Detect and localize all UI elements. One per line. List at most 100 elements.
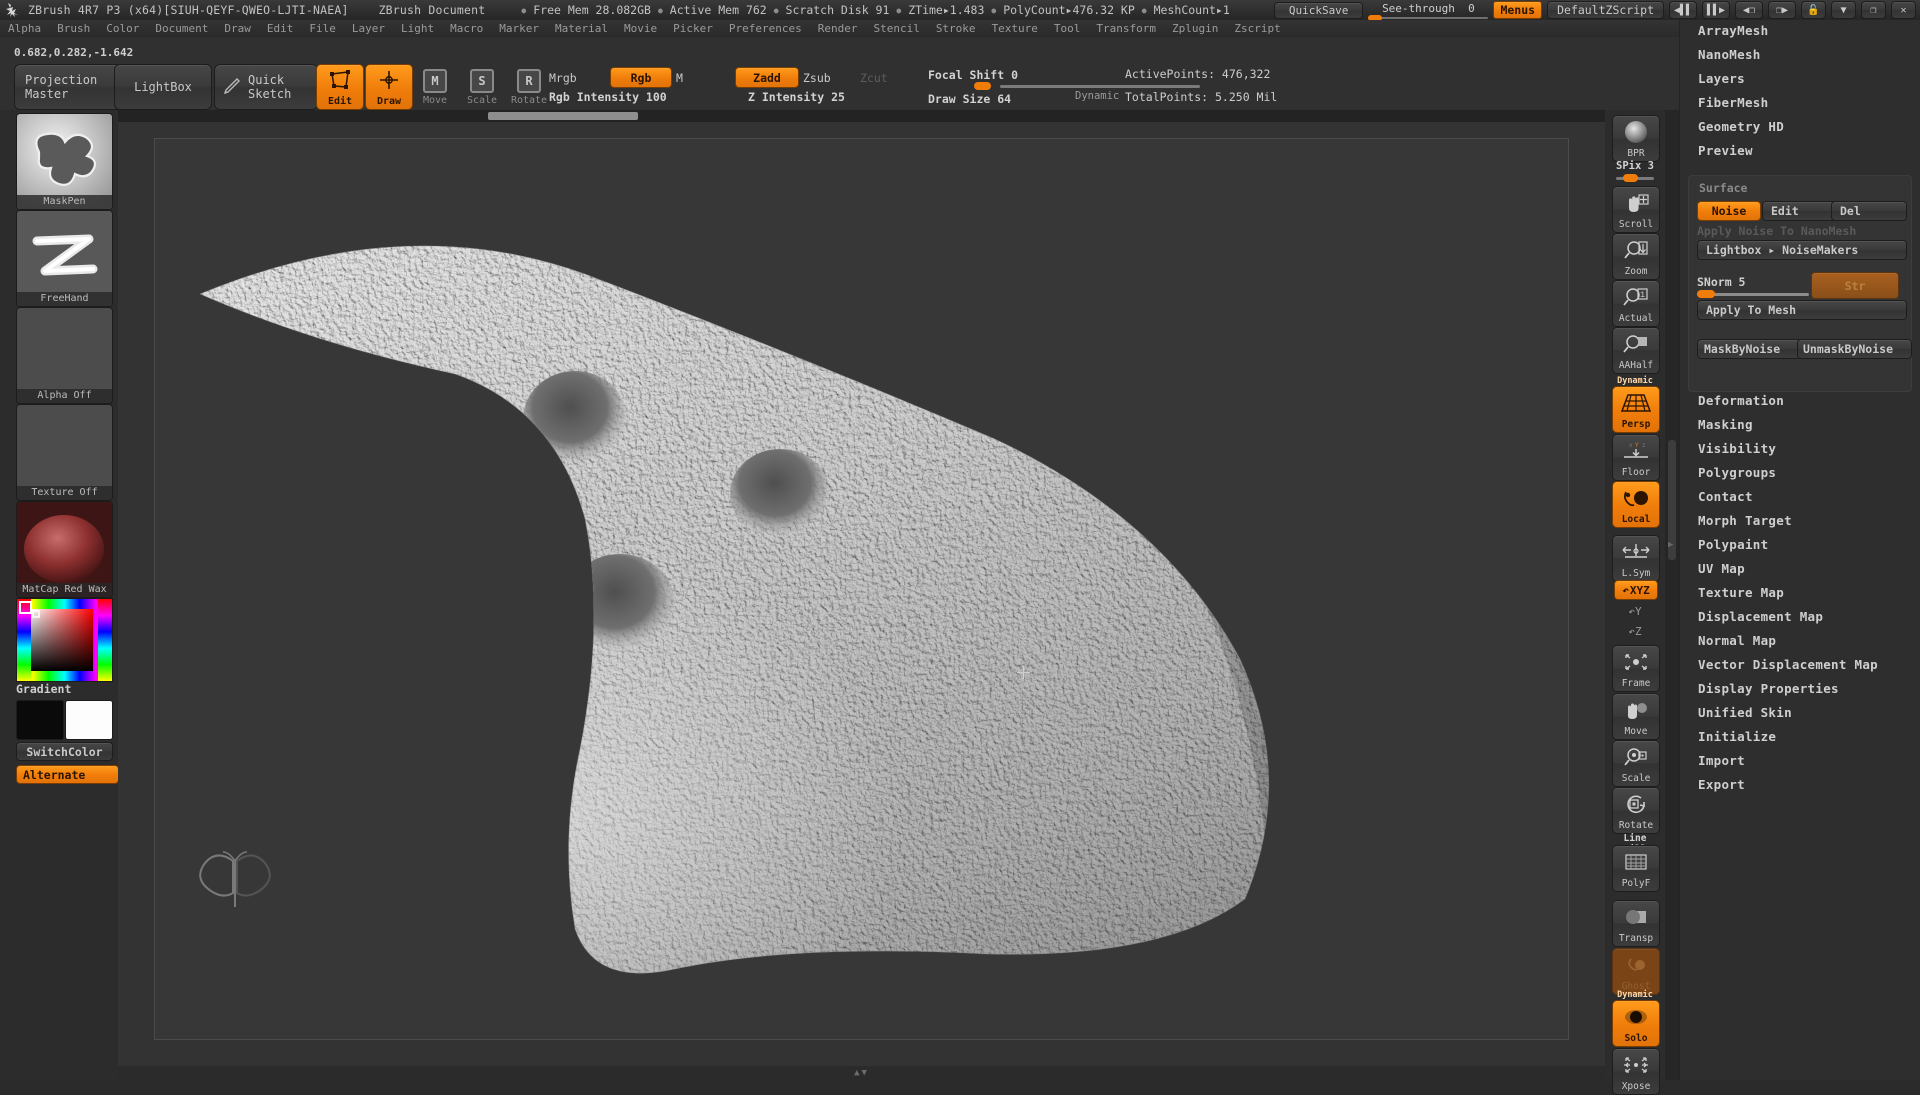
menu-item-zscript[interactable]: Zscript — [1226, 21, 1288, 36]
canvas-scroll-thumb[interactable] — [488, 112, 638, 120]
projection-master-button[interactable]: Projection Master — [14, 64, 122, 110]
noise-edit-button[interactable]: Edit — [1762, 201, 1838, 221]
menu-item-file[interactable]: File — [301, 21, 344, 36]
document-canvas[interactable] — [154, 138, 1569, 1040]
transparency-button[interactable]: Transp — [1612, 900, 1660, 947]
strength-slider[interactable]: Str — [1811, 272, 1899, 299]
zoom-button[interactable]: Zoom — [1612, 233, 1660, 280]
color-picker[interactable] — [16, 598, 113, 682]
close-icon[interactable]: ✕ — [1891, 1, 1916, 19]
menu-item-picker[interactable]: Picker — [665, 21, 721, 36]
canvas-area[interactable]: ▲▼ — [118, 110, 1605, 1080]
scroll-button[interactable]: Scroll — [1612, 186, 1660, 233]
palette-item-texture-map[interactable]: Texture Map — [1698, 585, 1784, 600]
local-pivot-button[interactable]: Local — [1612, 481, 1660, 528]
next-doc-icon[interactable]: ❐▶ — [1768, 1, 1796, 19]
frame-button[interactable]: Frame — [1612, 645, 1660, 692]
draw-size-slider-track[interactable] — [974, 82, 1200, 90]
rotate-button[interactable]: Rotate — [1612, 787, 1660, 834]
scroll-arrow-icon[interactable]: ▶ — [1668, 540, 1673, 550]
lightbox-noisemakers-button[interactable]: Lightbox ▸ NoiseMakers — [1697, 240, 1907, 260]
palette-item-contact[interactable]: Contact — [1698, 489, 1753, 504]
spix-label[interactable]: SPix 3 — [1612, 160, 1658, 172]
bpr-render-button[interactable]: BPR — [1612, 115, 1660, 162]
current-material-thumbnail[interactable]: MatCap Red Wax — [16, 501, 113, 598]
move-button[interactable]: Move — [1612, 693, 1660, 740]
unmask-by-noise-button[interactable]: UnmaskByNoise — [1797, 339, 1912, 359]
main-color-swatch[interactable] — [16, 700, 64, 740]
palette-item-fibermesh[interactable]: FiberMesh — [1698, 95, 1768, 110]
current-stroke-thumbnail[interactable]: FreeHand — [16, 210, 113, 307]
current-texture-thumbnail[interactable]: Texture Off — [16, 404, 113, 501]
menu-item-marker[interactable]: Marker — [491, 21, 547, 36]
menu-item-preferences[interactable]: Preferences — [721, 21, 810, 36]
spix-slider-track[interactable] — [1616, 174, 1654, 182]
palette-item-geometry-hd[interactable]: Geometry HD — [1698, 119, 1784, 134]
solo-button[interactable]: Solo — [1612, 1000, 1660, 1047]
canvas-bottom-grip[interactable]: ▲▼ — [118, 1066, 1605, 1080]
palette-item-normal-map[interactable]: Normal Map — [1698, 633, 1776, 648]
prev-doc-icon[interactable]: ◀❐ — [1735, 1, 1763, 19]
menu-item-alpha[interactable]: Alpha — [0, 21, 49, 36]
floor-button[interactable]: xYz Floor — [1612, 434, 1660, 481]
draw-mode-button[interactable]: Draw — [365, 64, 413, 110]
next-script-icon[interactable]: ▌▌▶ — [1702, 1, 1730, 19]
draw-size-slider-knob[interactable] — [974, 82, 991, 90]
lightbox-button[interactable]: LightBox — [114, 64, 212, 110]
perspective-button[interactable]: Persp — [1612, 386, 1660, 433]
xpose-button[interactable]: Xpose — [1612, 1048, 1660, 1095]
menu-item-layer[interactable]: Layer — [344, 21, 393, 36]
noise-button[interactable]: Noise — [1697, 201, 1761, 221]
snorm-slider-track[interactable] — [1697, 290, 1809, 298]
menu-item-macro[interactable]: Macro — [442, 21, 491, 36]
menu-item-color[interactable]: Color — [98, 21, 147, 36]
xyz-axis-button[interactable]: ↶ XYZ — [1614, 580, 1658, 600]
prev-script-icon[interactable]: ◀▌▌ — [1669, 1, 1697, 19]
palette-item-visibility[interactable]: Visibility — [1698, 441, 1776, 456]
apply-to-mesh-button[interactable]: Apply To Mesh — [1697, 300, 1907, 320]
right-panel-scrollbar[interactable]: ▶ — [1665, 110, 1679, 1080]
menu-item-movie[interactable]: Movie — [616, 21, 665, 36]
polyframe-button[interactable]: PolyF — [1612, 845, 1660, 892]
palette-item-masking[interactable]: Masking — [1698, 417, 1753, 432]
noise-del-button[interactable]: Del — [1831, 201, 1907, 221]
palette-item-import[interactable]: Import — [1698, 753, 1745, 768]
palette-item-initialize[interactable]: Initialize — [1698, 729, 1776, 744]
current-brush-thumbnail[interactable]: MaskPen — [16, 113, 113, 210]
switch-color-button[interactable]: SwitchColor — [16, 742, 113, 761]
palette-item-polypaint[interactable]: Polypaint — [1698, 537, 1768, 552]
menu-item-texture[interactable]: Texture — [984, 21, 1046, 36]
edit-mode-button[interactable]: Edit — [316, 64, 364, 110]
zscript-title[interactable]: DefaultZScript — [1547, 1, 1664, 19]
palette-item-export[interactable]: Export — [1698, 777, 1745, 792]
palette-item-display-properties[interactable]: Display Properties — [1698, 681, 1839, 696]
quicksave-button[interactable]: QuickSave — [1273, 1, 1364, 19]
actual-size-button[interactable]: 1 Actual — [1612, 280, 1660, 327]
mrgb-button[interactable]: Mrgb — [549, 68, 609, 87]
restore-icon[interactable]: ❐ — [1861, 1, 1886, 19]
minimize-icon[interactable]: ▼ — [1831, 1, 1856, 19]
secondary-color-swatch[interactable] — [65, 700, 113, 740]
mask-by-noise-button[interactable]: MaskByNoise — [1697, 339, 1801, 359]
menus-button[interactable]: Menus — [1493, 1, 1543, 19]
z-axis-button[interactable]: ↶ Z — [1614, 622, 1656, 640]
palette-item-vector-displacement-map[interactable]: Vector Displacement Map — [1698, 657, 1878, 672]
menu-item-edit[interactable]: Edit — [259, 21, 302, 36]
alternate-button[interactable]: Alternate — [16, 765, 119, 784]
see-through-slider[interactable]: See-through 0 — [1368, 1, 1489, 21]
menu-item-stroke[interactable]: Stroke — [928, 21, 984, 36]
palette-item-polygroups[interactable]: Polygroups — [1698, 465, 1776, 480]
menu-item-brush[interactable]: Brush — [49, 21, 98, 36]
zsub-button[interactable]: Zsub — [803, 68, 853, 87]
palette-item-deformation[interactable]: Deformation — [1698, 393, 1784, 408]
palette-item-morph-target[interactable]: Morph Target — [1698, 513, 1792, 528]
rgb-button[interactable]: Rgb — [610, 67, 672, 88]
canvas-top-scroll[interactable] — [118, 110, 1605, 122]
menu-item-zplugin[interactable]: Zplugin — [1164, 21, 1226, 36]
palette-item-displacement-map[interactable]: Displacement Map — [1698, 609, 1823, 624]
menu-item-material[interactable]: Material — [547, 21, 616, 36]
quick-sketch-button[interactable]: Quick Sketch — [214, 64, 318, 110]
scale-button[interactable]: Scale — [1612, 740, 1660, 787]
palette-item-arraymesh[interactable]: ArrayMesh — [1698, 23, 1768, 38]
menu-item-transform[interactable]: Transform — [1088, 21, 1164, 36]
